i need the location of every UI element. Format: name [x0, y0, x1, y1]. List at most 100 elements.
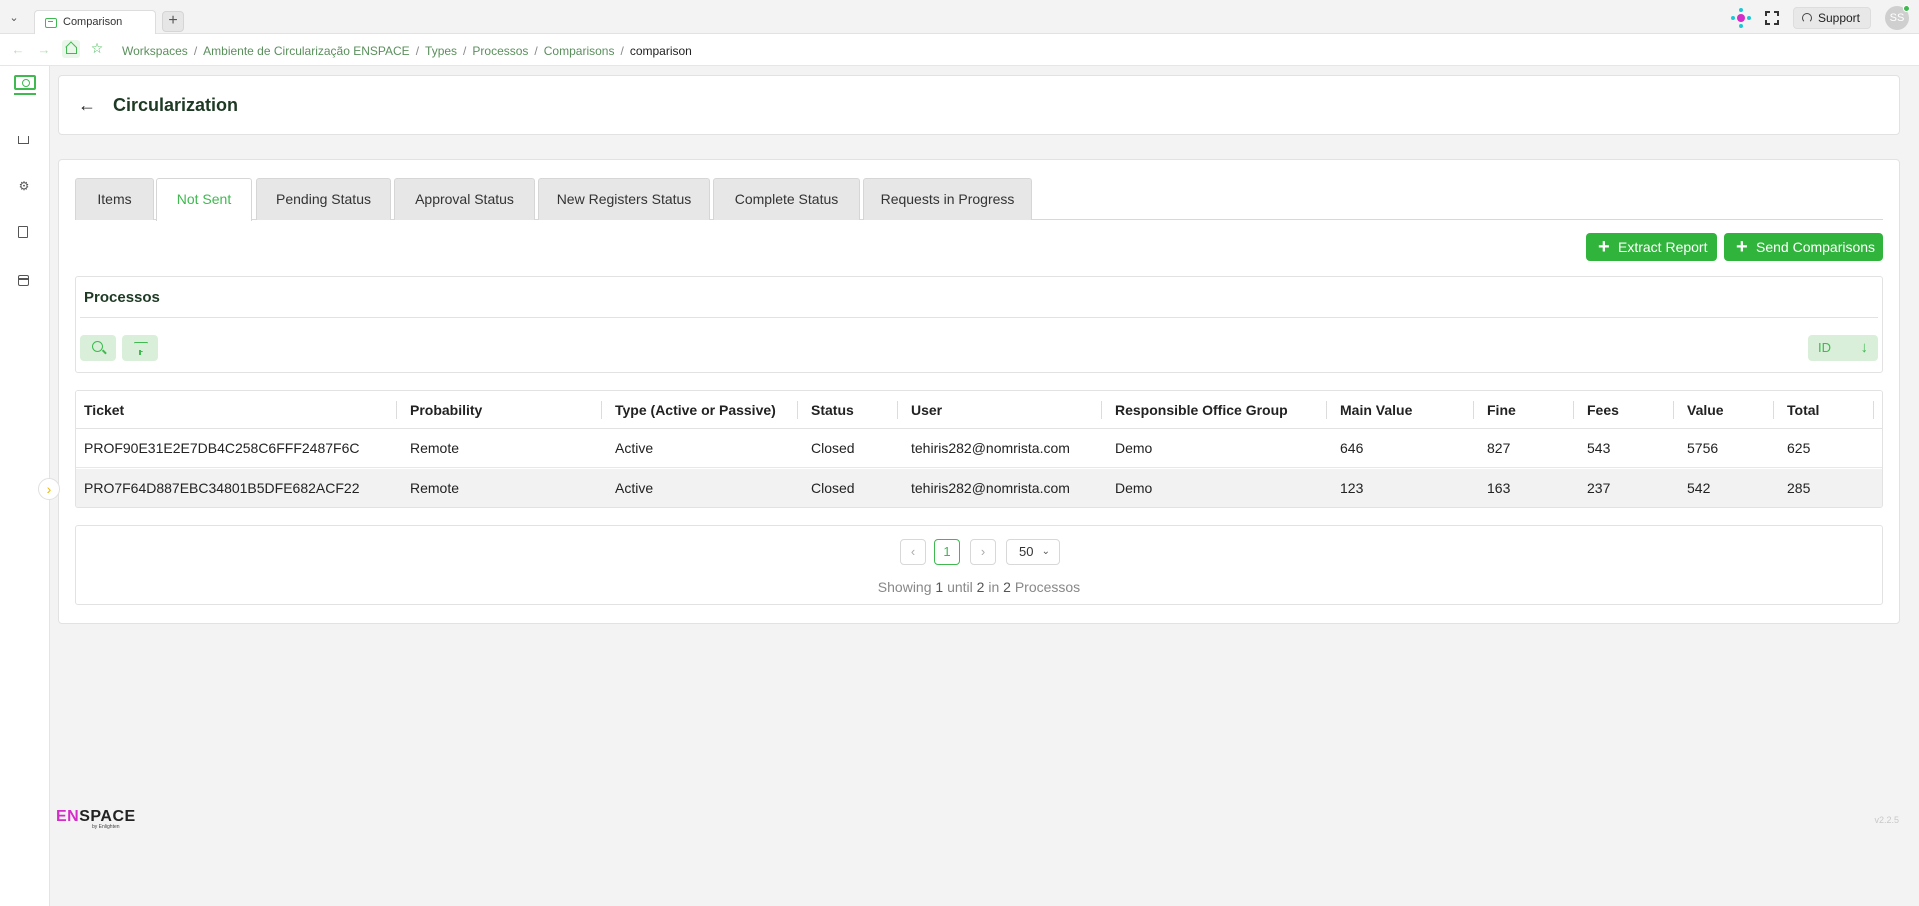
column-header-ticket[interactable]: Ticket: [76, 391, 403, 429]
support-label: Support: [1817, 11, 1860, 25]
page-size-select[interactable]: 50 ⌄: [1006, 539, 1060, 565]
page-title: Circularization: [113, 95, 239, 115]
back-arrow-icon[interactable]: ←: [10, 42, 26, 58]
search-button[interactable]: [80, 335, 116, 361]
cell-ticket: PROF90E31E2E7DB4C258C6FFF2487F6C: [84, 440, 360, 456]
cell-user: tehiris282@nomrista.com: [911, 440, 1070, 456]
online-status-dot: [1903, 5, 1910, 12]
breadcrumb-separator: /: [415, 44, 420, 58]
breadcrumb-item-comparisons[interactable]: Comparisons: [544, 44, 615, 58]
column-header-status[interactable]: Status: [803, 391, 903, 429]
table-row[interactable]: PROF90E31E2E7DB4C258C6FFF2487F6C Remote …: [76, 429, 1882, 468]
tab-list-chevron-down-icon[interactable]: ⌄: [6, 10, 22, 26]
table-icon: [45, 18, 57, 28]
tab-pending-status[interactable]: Pending Status: [256, 178, 391, 220]
calendar-nav-icon[interactable]: [18, 275, 29, 286]
tab-requests-in-progress[interactable]: Requests in Progress: [863, 178, 1032, 220]
column-header-responsible-office-group[interactable]: Responsible Office Group: [1107, 391, 1332, 429]
column-divider[interactable]: [1326, 401, 1327, 419]
app-logo-underline: [14, 93, 36, 95]
cell-fine: 163: [1487, 480, 1511, 496]
cell-total: 625: [1787, 440, 1811, 456]
column-header-fine[interactable]: Fine: [1479, 391, 1579, 429]
column-header-value[interactable]: Value: [1679, 391, 1779, 429]
column-divider[interactable]: [1101, 401, 1102, 419]
column-divider[interactable]: [1673, 401, 1674, 419]
page-number-button[interactable]: 1: [934, 539, 960, 565]
arrow-down-icon: ↓: [1860, 339, 1869, 356]
cell-fees: 543: [1587, 440, 1611, 456]
favorite-star-icon[interactable]: ☆: [88, 39, 106, 57]
filter-button[interactable]: [122, 335, 158, 361]
pagination-summary: Showing 1 until 2 in 2 Processos: [76, 579, 1882, 595]
send-comparisons-label: Send Comparisons: [1756, 239, 1876, 255]
app-version: v2.2.5: [1874, 815, 1899, 825]
column-header-main-value[interactable]: Main Value: [1332, 391, 1479, 429]
sidebar-expand-chevron-icon[interactable]: ›: [38, 478, 60, 500]
cell-ticket: PRO7F64D887EBC34801B5DFE682ACF22: [84, 480, 360, 496]
pagination-panel: ‹ 1 › 50 ⌄ Showing 1 until 2 in 2 Proces…: [75, 525, 1883, 605]
breadcrumb-item-processos[interactable]: Processos: [472, 44, 528, 58]
column-header-type[interactable]: Type (Active or Passive): [607, 391, 803, 429]
column-divider[interactable]: [1873, 401, 1874, 419]
fullscreen-icon[interactable]: [1764, 11, 1779, 25]
divider: [80, 317, 1878, 318]
cell-fees: 237: [1587, 480, 1611, 496]
home-icon[interactable]: [62, 40, 80, 58]
browser-tab-comparison[interactable]: Comparison: [34, 10, 156, 34]
browser-tab-title: Comparison: [63, 16, 123, 28]
column-divider[interactable]: [897, 401, 898, 419]
column-divider[interactable]: [601, 401, 602, 419]
cell-status: Closed: [811, 440, 855, 456]
column-header-user[interactable]: User: [903, 391, 1107, 429]
processos-panel: Processos ID ↓: [75, 276, 1883, 373]
user-avatar[interactable]: SS: [1885, 5, 1910, 30]
forward-arrow-icon[interactable]: →: [36, 42, 52, 58]
column-header-probability[interactable]: Probability: [402, 391, 607, 429]
column-divider[interactable]: [797, 401, 798, 419]
support-button[interactable]: Support: [1792, 7, 1871, 29]
main-content: Items Not Sent Pending Status Approval S…: [58, 159, 1900, 624]
breadcrumb-current: comparison: [629, 44, 692, 58]
back-arrow-icon[interactable]: ←: [77, 95, 97, 115]
processos-title: Processos: [84, 289, 160, 306]
tab-approval-status[interactable]: Approval Status: [394, 178, 535, 220]
cell-status: Closed: [811, 480, 855, 496]
new-tab-button[interactable]: +: [162, 11, 184, 32]
workflow-nav-icon[interactable]: ⚙: [17, 179, 31, 193]
column-header-fees[interactable]: Fees: [1579, 391, 1679, 429]
summary-until: until: [947, 579, 973, 595]
breadcrumb-item-workspaces[interactable]: Workspaces: [122, 44, 188, 58]
column-divider[interactable]: [396, 401, 397, 419]
summary-in: in: [988, 579, 1000, 595]
breadcrumb-item-types[interactable]: Types: [425, 44, 457, 58]
extract-report-button[interactable]: + Extract Report: [1586, 233, 1717, 261]
sort-button[interactable]: ID ↓: [1808, 335, 1878, 361]
tab-strip: Items Not Sent Pending Status Approval S…: [75, 178, 1883, 221]
breadcrumb-separator: /: [193, 44, 198, 58]
column-header-total[interactable]: Total: [1779, 391, 1879, 429]
document-nav-icon[interactable]: [18, 226, 28, 238]
column-divider[interactable]: [1473, 401, 1474, 419]
headset-icon: [1801, 13, 1812, 23]
table-row[interactable]: PRO7F64D887EBC34801B5DFE682ACF22 Remote …: [76, 469, 1882, 507]
column-divider[interactable]: [1573, 401, 1574, 419]
app-logo-icon[interactable]: [14, 75, 36, 90]
tab-not-sent[interactable]: Not Sent: [156, 178, 252, 221]
next-page-chevron-icon[interactable]: ›: [970, 539, 996, 565]
tab-complete-status[interactable]: Complete Status: [713, 178, 860, 220]
cell-probability: Remote: [410, 440, 460, 456]
summary-from: 1: [935, 579, 944, 595]
home-nav-icon[interactable]: [18, 136, 29, 144]
ai-assistant-icon[interactable]: [1730, 8, 1751, 28]
previous-page-chevron-icon[interactable]: ‹: [900, 539, 926, 565]
breadcrumb-separator: /: [620, 44, 624, 58]
send-comparisons-button[interactable]: + Send Comparisons: [1724, 233, 1883, 261]
column-divider[interactable]: [1773, 401, 1774, 419]
navigation-bar: ← → ☆ Workspaces / Ambiente de Circulari…: [0, 34, 1919, 66]
tab-items[interactable]: Items: [75, 178, 154, 220]
cell-value: 5756: [1687, 440, 1719, 456]
filter-icon: [134, 342, 146, 355]
tab-new-registers-status[interactable]: New Registers Status: [538, 178, 710, 220]
breadcrumb-item-ambiente[interactable]: Ambiente de Circularização ENSPACE: [203, 44, 410, 58]
